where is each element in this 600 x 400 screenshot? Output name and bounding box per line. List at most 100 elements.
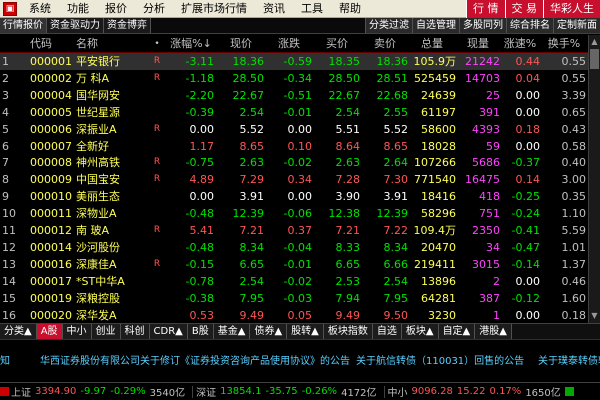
scroll-up-icon[interactable]: ▲ bbox=[590, 36, 599, 48]
function-tab-right[interactable]: 分类过滤 bbox=[365, 18, 412, 33]
category-tab[interactable]: 科创 bbox=[120, 324, 150, 339]
table-row[interactable]: 13 000016 深康佳A R -0.15 6.65 -0.01 6.65 6.66 21941… bbox=[0, 256, 600, 273]
scroll-down-icon[interactable]: ▼ bbox=[590, 310, 599, 322]
table-row[interactable]: 16 000020 深华发A 0.53 9.49 0.05 9.49 9.50 3230 1 0.0… bbox=[0, 307, 600, 324]
table-row[interactable]: 15 000019 深粮控股 -0.38 7.95 -0.03 7.94 7.95 64281 3… bbox=[0, 290, 600, 307]
category-tab[interactable]: A股 bbox=[36, 324, 63, 339]
bid-price: 7.94 bbox=[335, 291, 361, 305]
sh-index-amount: 3540亿 bbox=[149, 388, 186, 399]
table-row[interactable]: 10 000011 深物业A -0.48 12.39 -0.06 12.38 12.39 582… bbox=[0, 205, 600, 222]
price: 2.54 bbox=[239, 274, 265, 288]
category-tab[interactable]: 中小 bbox=[62, 324, 92, 339]
category-tab[interactable]: 分类▲ bbox=[0, 324, 37, 339]
ask-price: 8.65 bbox=[383, 139, 409, 153]
category-tab[interactable]: B股 bbox=[187, 324, 214, 339]
category-tab[interactable]: 债券▲ bbox=[250, 324, 288, 339]
vertical-scrollbar[interactable]: ▲ ▼ bbox=[588, 35, 600, 323]
speed-pct: -0.12 bbox=[511, 291, 540, 305]
ask-price: 28.51 bbox=[376, 71, 409, 85]
function-tab[interactable]: 资金驱动力 bbox=[47, 18, 104, 33]
news-item[interactable]: 华西证券股份有限公司关于修订《证券投资咨询产品使用协议》的公告 bbox=[40, 352, 350, 367]
menu-item[interactable]: 工具 bbox=[293, 0, 331, 18]
function-tab[interactable]: 行情报价 bbox=[0, 18, 47, 33]
category-tab[interactable]: CDR▲ bbox=[149, 324, 188, 339]
sh-index-pct: -0.29% bbox=[110, 386, 146, 397]
category-tab[interactable]: 自定▲ bbox=[438, 324, 476, 339]
stock-name: 深粮控股 bbox=[76, 291, 120, 305]
stock-code: 000019 bbox=[30, 291, 72, 305]
header-price[interactable]: 现价 bbox=[218, 35, 264, 53]
margin-flag: R bbox=[153, 157, 161, 168]
table-row[interactable]: 9 000010 美丽生态 0.00 3.91 0.00 3.90 3.91 18416 418-… bbox=[0, 188, 600, 205]
category-tab[interactable]: 创业 bbox=[91, 324, 121, 339]
total-volume: 58600 bbox=[421, 122, 456, 136]
price: 5.52 bbox=[239, 122, 265, 136]
menu-item[interactable]: 帮助 bbox=[331, 0, 369, 18]
table-row[interactable]: 5 000006 深振业A R 0.00 5.52 0.00 5.51 5.52 58600 439… bbox=[0, 121, 600, 138]
menu-item[interactable]: 报价 bbox=[97, 0, 135, 18]
price: 2.54 bbox=[239, 105, 265, 119]
header-speed[interactable]: 涨速% bbox=[500, 35, 540, 53]
table-row[interactable]: 1 000001 平安银行 R -3.11 18.36 -0.59 18.35 18.36 105… bbox=[0, 53, 600, 70]
sz-index-label[interactable]: 深证 bbox=[196, 384, 216, 399]
sh-index-label[interactable]: 上证 bbox=[11, 384, 31, 399]
turnover-pct: 5.59 bbox=[561, 224, 587, 237]
table-row[interactable]: 8 000009 中国宝安 R 4.89 7.29 0.34 7.28 7.30 771540 16… bbox=[0, 171, 600, 188]
table-row[interactable]: 12 000014 沙河股份 -0.48 8.34 -0.04 8.33 8.34 20470 3… bbox=[0, 239, 600, 256]
header-turnover[interactable]: 换手% bbox=[542, 35, 586, 53]
total-volume: 64281 bbox=[421, 291, 456, 305]
header-change-pct[interactable]: 涨幅%↓ bbox=[168, 35, 214, 53]
header-bid[interactable]: 买价 bbox=[314, 35, 360, 53]
header-code[interactable]: 代码 bbox=[30, 35, 76, 53]
ask-price: 8.34 bbox=[383, 240, 409, 254]
function-tab-right[interactable]: 多股同列 bbox=[459, 18, 506, 33]
mode-button[interactable]: 华彩人生 bbox=[543, 0, 600, 18]
zx-index-label[interactable]: 中小 bbox=[388, 384, 408, 399]
stock-code: 000005 bbox=[30, 105, 72, 119]
category-tab[interactable]: 板块▲ bbox=[401, 324, 439, 339]
table-row[interactable]: 6 000007 全新好 1.17 8.65 0.10 8.64 8.65 18028 59 0.0… bbox=[0, 138, 600, 155]
menu-item[interactable]: 扩展市场行情 bbox=[173, 0, 255, 18]
stock-name: 深物业A bbox=[76, 207, 117, 221]
header-change[interactable]: 涨跌 bbox=[266, 35, 312, 53]
ask-price: 3.91 bbox=[383, 190, 409, 204]
function-tab-right[interactable]: 综合排名 bbox=[506, 18, 553, 33]
menu-item[interactable]: 分析 bbox=[135, 0, 173, 18]
table-row[interactable]: 14 000017 *ST中华A -0.78 2.54 -0.02 2.53 2.54 1389… bbox=[0, 273, 600, 290]
bid-price: 2.54 bbox=[335, 105, 361, 119]
header-volume[interactable]: 总量 bbox=[408, 35, 456, 53]
sz-index-amount: 4172亿 bbox=[341, 388, 377, 399]
stock-name: 南 玻A bbox=[76, 224, 110, 237]
menu-item[interactable]: 系统 bbox=[21, 0, 59, 18]
header-ask[interactable]: 卖价 bbox=[362, 35, 408, 53]
news-item[interactable]: 知 bbox=[0, 352, 10, 367]
category-tab[interactable]: 港股▲ bbox=[475, 324, 512, 339]
news-item[interactable]: 关于璞泰转债转股 bbox=[538, 352, 600, 367]
table-row[interactable]: 3 000004 国华网安 -2.20 22.67 -0.51 22.67 22.68 2463… bbox=[0, 87, 600, 104]
function-tab-right[interactable]: 自选管理 bbox=[412, 18, 459, 33]
function-tab[interactable]: 资金博弈 bbox=[104, 18, 151, 33]
current-volume: 2 bbox=[493, 274, 500, 288]
table-row[interactable]: 7 000008 神州高铁 R -0.75 2.63 -0.02 2.63 2.64 107266… bbox=[0, 154, 600, 171]
news-item[interactable]: 关于航信转债（110031）回售的公告 bbox=[356, 352, 524, 367]
mode-button[interactable]: 行 情 bbox=[466, 0, 505, 18]
table-row[interactable]: 2 000002 万 科A R -1.18 28.50 -0.34 28.50 28.51 525… bbox=[0, 70, 600, 87]
header-current-volume[interactable]: 现量 bbox=[456, 35, 500, 53]
menu-item[interactable]: 功能 bbox=[59, 0, 97, 18]
ask-price: 2.55 bbox=[383, 105, 409, 119]
header-name[interactable]: 名称 bbox=[76, 35, 144, 53]
price: 12.39 bbox=[232, 207, 265, 221]
price: 22.67 bbox=[232, 88, 265, 102]
category-tab[interactable]: 股转▲ bbox=[287, 324, 324, 339]
menu-item[interactable]: 资讯 bbox=[255, 0, 293, 18]
mode-button[interactable]: 交 易 bbox=[504, 0, 543, 18]
red-square-icon bbox=[0, 387, 9, 396]
category-tab[interactable]: 板块指数 bbox=[323, 324, 373, 339]
scroll-thumb[interactable] bbox=[590, 49, 599, 69]
table-row[interactable]: 4 000005 世纪星源 -0.39 2.54 -0.01 2.54 2.55 61197 39… bbox=[0, 104, 600, 121]
change-pct: 0.00 bbox=[189, 190, 215, 204]
category-tab[interactable]: 自选 bbox=[372, 324, 402, 339]
category-tab[interactable]: 基金▲ bbox=[213, 324, 251, 339]
function-tab-right[interactable]: 定制新面 bbox=[553, 18, 600, 33]
table-row[interactable]: 11 000012 南 玻A R 5.41 7.21 0.37 7.21 7.22 109.4万 2… bbox=[0, 222, 600, 239]
